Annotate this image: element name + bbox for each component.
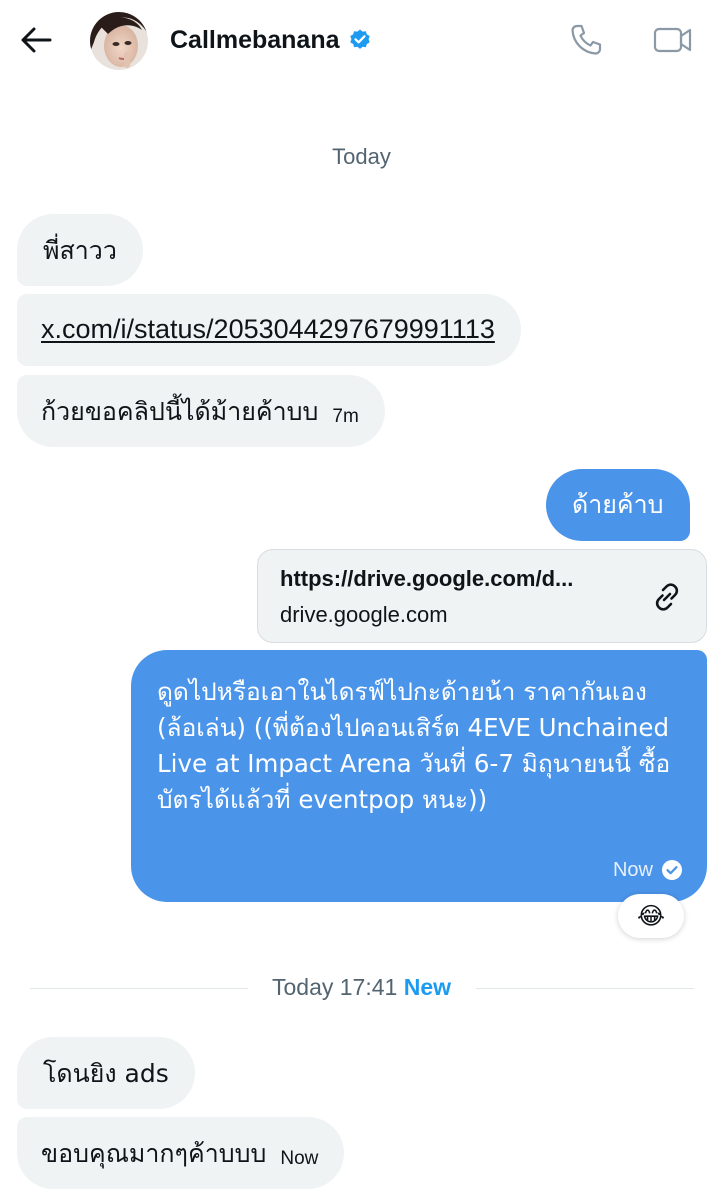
back-button[interactable]	[16, 22, 56, 58]
link-url: https://drive.google.com/d...	[280, 566, 574, 591]
outgoing-message[interactable]: ด้ายค้าบ	[546, 469, 690, 541]
date-separator: Today	[332, 144, 391, 169]
incoming-message[interactable]: ก้วยขอคลิปนี้ได้ม้ายค้าบบ 7m	[17, 375, 385, 447]
conversation-header: Callmebanana	[0, 0, 723, 82]
divider-time: Today 17:41	[271, 974, 398, 1000]
message-timestamp: Now	[280, 1148, 319, 1169]
link-preview-card[interactable]: https://drive.google.com/d... drive.goog…	[257, 549, 707, 643]
video-call-button[interactable]	[650, 20, 696, 60]
message-text: ดูดไปหรือเอาในไดรฟ์ไปกะด้ายน้า ราคากันเอ…	[157, 677, 671, 814]
link-domain: drive.google.com	[280, 602, 448, 627]
seen-check-icon	[662, 860, 682, 880]
reaction-badge[interactable]: 😂	[618, 894, 684, 938]
new-messages-divider: Today 17:41 New	[0, 974, 723, 1001]
back-arrow-icon	[21, 27, 52, 53]
laughing-emoji-icon: 😂	[636, 902, 666, 930]
phone-icon	[571, 24, 602, 55]
message-text: ขอบคุณมากๆค้าบบบ	[41, 1139, 267, 1168]
incoming-message[interactable]: ขอบคุณมากๆค้าบบบ Now	[17, 1117, 345, 1189]
voice-call-button[interactable]	[566, 20, 606, 60]
incoming-message[interactable]: พี่สาวว	[17, 214, 143, 286]
link-icon	[655, 583, 679, 611]
incoming-message[interactable]: โดนยิง ads	[17, 1037, 195, 1109]
incoming-message[interactable]: x.com/i/status/2053044297679991113	[17, 294, 521, 366]
message-text: ก้วยขอคลิปนี้ได้ม้ายค้าบบ	[41, 397, 319, 426]
contact-name[interactable]: Callmebanana	[170, 26, 340, 55]
video-camera-icon	[653, 27, 692, 53]
message-status: Now	[613, 852, 683, 888]
contact-name-row[interactable]: Callmebanana	[170, 22, 372, 58]
status-link[interactable]: x.com/i/status/2053044297679991113	[41, 314, 495, 344]
avatar[interactable]	[90, 12, 148, 70]
new-badge: New	[403, 974, 451, 1000]
message-text: โดนยิง ads	[43, 1059, 169, 1088]
message-timestamp: Now	[612, 859, 653, 881]
message-text: ด้ายค้าบ	[572, 490, 664, 519]
verified-badge-icon	[348, 28, 372, 52]
outgoing-message-long[interactable]: ดูดไปหรือเอาในไดรฟ์ไปกะด้ายน้า ราคากันเอ…	[131, 650, 707, 902]
message-text: พี่สาวว	[43, 236, 117, 265]
message-timestamp: 7m	[332, 406, 359, 427]
